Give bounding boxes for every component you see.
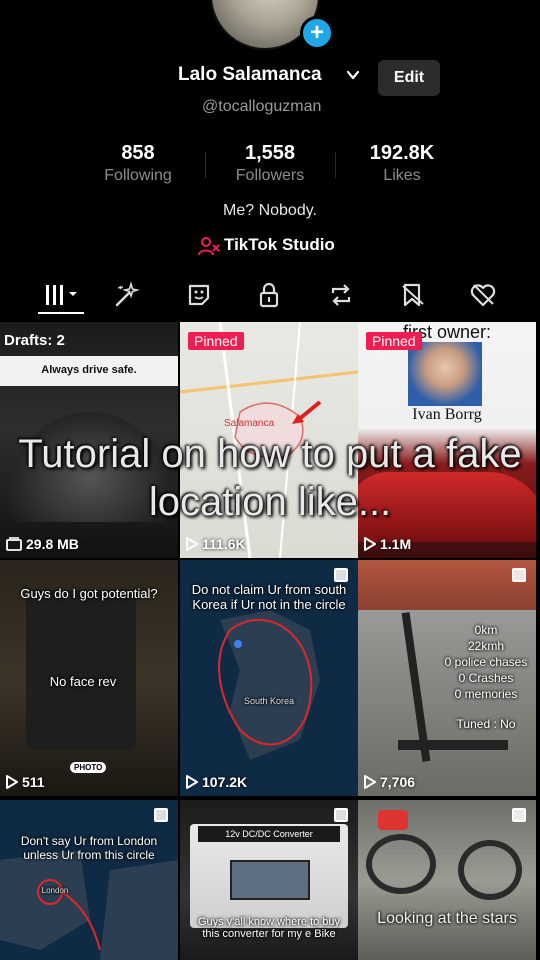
thumbnail-text: Guys y'all know where to buy this conver… (197, 916, 341, 940)
draft-size: 29.8 MB (6, 536, 79, 552)
thumbnail-phone (26, 590, 136, 750)
map-place-label: London (41, 886, 69, 895)
drafts-label: Drafts: 2 (4, 332, 65, 349)
photo-mode-label: PHOTO (70, 762, 107, 773)
tab-favorites[interactable] (398, 280, 428, 310)
tab-videos[interactable] (40, 280, 84, 310)
tab-reposts[interactable] (326, 280, 356, 310)
thumbnail-bike-part (378, 810, 408, 830)
video-thumbnail-stars[interactable]: Looking at the stars (358, 800, 536, 960)
video-thumbnail-london[interactable]: Don't say Ur from London unless Ur from … (0, 800, 178, 960)
bookmark-icon (402, 283, 424, 307)
edit-profile-button[interactable]: Edit (378, 60, 440, 96)
thumbnail-wheel (458, 840, 522, 900)
heart-off-icon (470, 284, 496, 307)
stat-value: 858 (121, 142, 155, 164)
video-thumbnail-scooter[interactable]: 0km 22kmh 0 police chases 0 Crashes 0 me… (358, 560, 536, 796)
multi-photo-icon (334, 568, 348, 582)
map-place-label: Salamanca (223, 418, 275, 429)
tab-stickers[interactable] (184, 280, 214, 310)
video-grid: Always drive safe. Drafts: 2 29.8 MB Sal… (0, 322, 540, 960)
profile-handle: @tocalloguzman (202, 98, 322, 115)
stat-divider (205, 152, 206, 178)
view-count-value: 107.2K (202, 774, 248, 790)
tab-private[interactable] (254, 280, 284, 310)
play-icon (186, 537, 198, 551)
london-map-graphic (0, 850, 178, 960)
scooter-stat-line: 0 Crashes (458, 671, 514, 685)
thumbnail-wheel (366, 834, 436, 894)
thumbnail-converter-box (230, 860, 310, 900)
add-avatar-button[interactable]: + (300, 16, 334, 50)
play-icon (364, 775, 376, 789)
studio-person-icon (198, 237, 220, 256)
view-count-value: 511 (22, 774, 45, 790)
view-count: 107.2K (186, 774, 247, 790)
thumbnail-text: Ivan Borrg (412, 406, 482, 423)
stat-following[interactable]: 858 Following (78, 142, 198, 185)
multi-photo-icon (512, 808, 526, 822)
lock-icon (259, 282, 279, 308)
draft-size-value: 29.8 MB (26, 536, 79, 552)
stat-divider (335, 152, 336, 178)
tiktok-studio-link[interactable]: TikTok Studio (0, 234, 540, 258)
play-icon (364, 537, 376, 551)
stat-value: 1,558 (244, 142, 296, 164)
tab-effects[interactable] (112, 280, 142, 310)
thumbnail-text: Looking at the stars (377, 910, 517, 927)
active-tab-indicator (38, 312, 84, 314)
thumbnail-text: Guys do I got potential? (20, 586, 158, 601)
multi-photo-icon (512, 568, 526, 582)
owner-photo (408, 342, 482, 406)
chevron-down-icon[interactable] (346, 68, 360, 82)
stat-label: Following (104, 167, 172, 184)
stat-value: 192.8K (369, 142, 435, 164)
thumbnail-text: Do not claim Ur from south Korea if Ur n… (191, 582, 347, 612)
stat-label: Likes (383, 167, 421, 184)
video-thumbnail-potential[interactable]: Guys do I got potential? No face rev PHO… (0, 560, 178, 796)
caption-overlay: Tutorial on how to put a fake location l… (18, 432, 522, 524)
profile-bio: Me? Nobody. (223, 202, 317, 219)
sticker-icon (188, 284, 210, 306)
stat-followers[interactable]: 1,558 Followers (210, 142, 330, 185)
profile-tabs (0, 278, 540, 316)
stat-likes[interactable]: 192.8K Likes (342, 142, 462, 185)
studio-label: TikTok Studio (224, 235, 335, 254)
pinned-badge: Pinned (366, 332, 422, 350)
view-count: 111.6K (186, 536, 246, 552)
video-thumbnail-converter[interactable]: 12v DC/DC Converter Guys y'all know wher… (180, 800, 358, 960)
grid-bars-icon (46, 285, 77, 305)
multi-photo-icon (154, 808, 168, 822)
map-place-label: South Korea (243, 696, 295, 706)
drafts-icon (6, 537, 22, 551)
thumbnail-text: Don't say Ur from London unless Ur from … (20, 834, 158, 862)
video-thumbnail-korea[interactable]: Do not claim Ur from south Korea if Ur n… (180, 560, 358, 796)
thumbnail-text: No face rev (49, 674, 117, 689)
repost-icon (331, 284, 351, 306)
scooter-stat-line: 22kmh (467, 639, 505, 653)
scooter-stat-line: 0km (474, 623, 498, 637)
sparkle-wand-icon (115, 281, 140, 307)
stat-label: Followers (235, 167, 305, 184)
scooter-stat-line: 0 police chases (444, 655, 528, 669)
tab-liked[interactable] (468, 280, 498, 310)
play-icon (6, 775, 18, 789)
scooter-stat-line: Tuned : No (456, 717, 516, 731)
view-count-value: 1.1M (380, 536, 412, 552)
multi-photo-icon (334, 808, 348, 822)
view-count-value: 7,706 (380, 774, 416, 790)
thumbnail-text: Always drive safe. (41, 364, 137, 376)
play-icon (186, 775, 198, 789)
profile-name: Lalo Salamanca (178, 64, 322, 85)
scooter-stats: 0km 22kmh 0 police chases 0 Crashes 0 me… (436, 560, 536, 796)
thumbnail-product-title: 12v DC/DC Converter (198, 826, 340, 842)
pinned-badge: Pinned (188, 332, 244, 350)
view-count: 1.1M (364, 536, 411, 552)
scooter-stat-line: 0 memories (454, 687, 518, 701)
view-count-value: 111.6K (202, 536, 246, 552)
view-count: 511 (6, 774, 45, 790)
view-count: 7,706 (364, 774, 415, 790)
